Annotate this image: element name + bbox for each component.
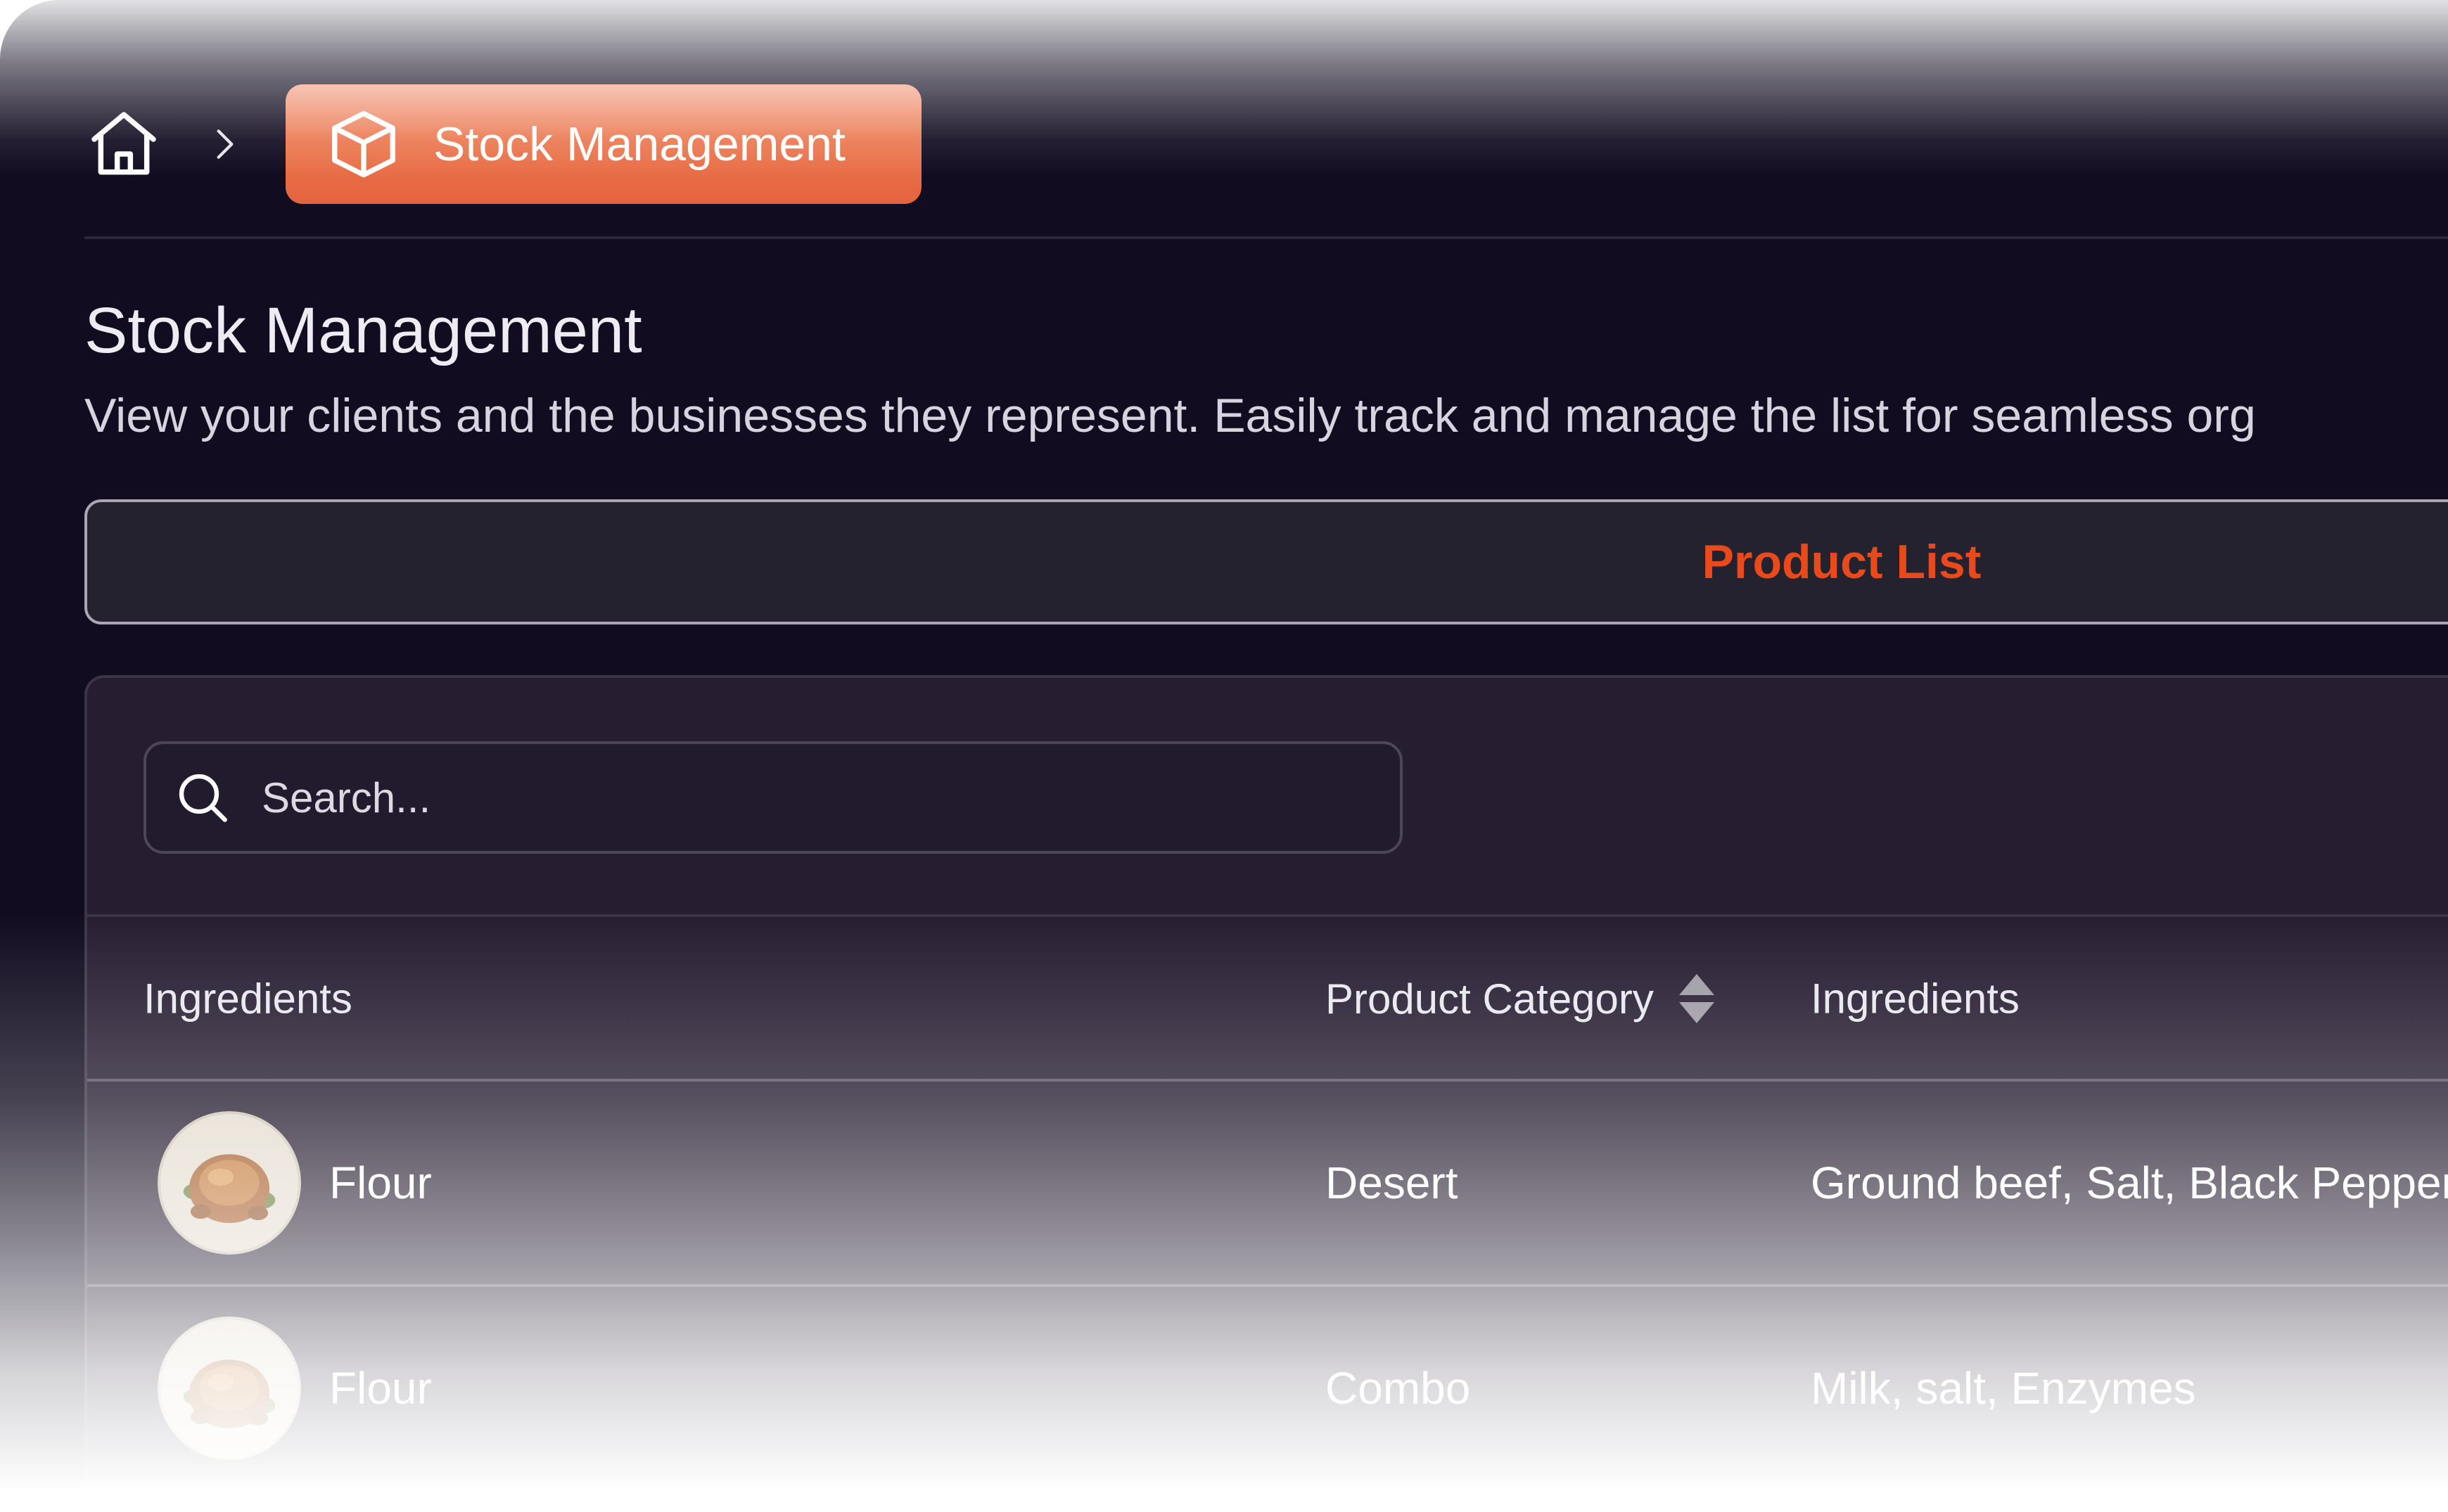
product-category: Combo	[1325, 1363, 1471, 1414]
product-table-panel: Ingredients Product Category Ingredients	[84, 675, 2448, 1512]
table-row[interactable]: Flour Combo Milk, salt, Enzymes	[87, 1287, 2448, 1489]
search-icon	[146, 769, 231, 826]
tab-product-list[interactable]: Product List	[1702, 534, 1982, 589]
search-input[interactable]	[260, 772, 1318, 823]
page-title: Stock Management	[84, 295, 642, 366]
product-thumbnail	[158, 1111, 301, 1255]
column-header-ingredients-list: Ingredients	[1811, 975, 2020, 1023]
table-header: Ingredients Product Category Ingredients	[87, 917, 2448, 1080]
header-divider	[84, 236, 2448, 239]
product-category: Desert	[1325, 1158, 1458, 1208]
column-header-label: Product Category	[1325, 975, 1654, 1023]
breadcrumb: Stock Management	[84, 84, 922, 204]
product-ingredients: Ground beef, Salt, Black Pepper	[1811, 1158, 2448, 1208]
table-row[interactable]: Flour Desert Ground beef, Salt, Black Pe…	[87, 1082, 2448, 1284]
chevron-right-icon	[163, 124, 286, 164]
product-ingredients: Milk, salt, Enzymes	[1811, 1363, 2196, 1414]
breadcrumb-label: Stock Management	[433, 117, 846, 171]
column-header-product-category[interactable]: Product Category	[1325, 974, 1714, 1023]
sort-icon[interactable]	[1654, 974, 1714, 1023]
product-name: Flour	[329, 1158, 432, 1208]
package-icon	[325, 105, 402, 183]
product-name: Flour	[329, 1363, 432, 1414]
product-thumbnail	[158, 1316, 301, 1460]
tab-bar: Product List	[84, 499, 2448, 624]
search-field[interactable]	[144, 741, 1403, 854]
app-window: Stock Management Stock Management View y…	[0, 0, 2448, 1512]
breadcrumb-current[interactable]: Stock Management	[286, 84, 922, 204]
column-header-ingredients: Ingredients	[144, 975, 352, 1023]
home-icon[interactable]	[84, 105, 163, 184]
page-subtitle: View your clients and the businesses the…	[84, 389, 2256, 442]
